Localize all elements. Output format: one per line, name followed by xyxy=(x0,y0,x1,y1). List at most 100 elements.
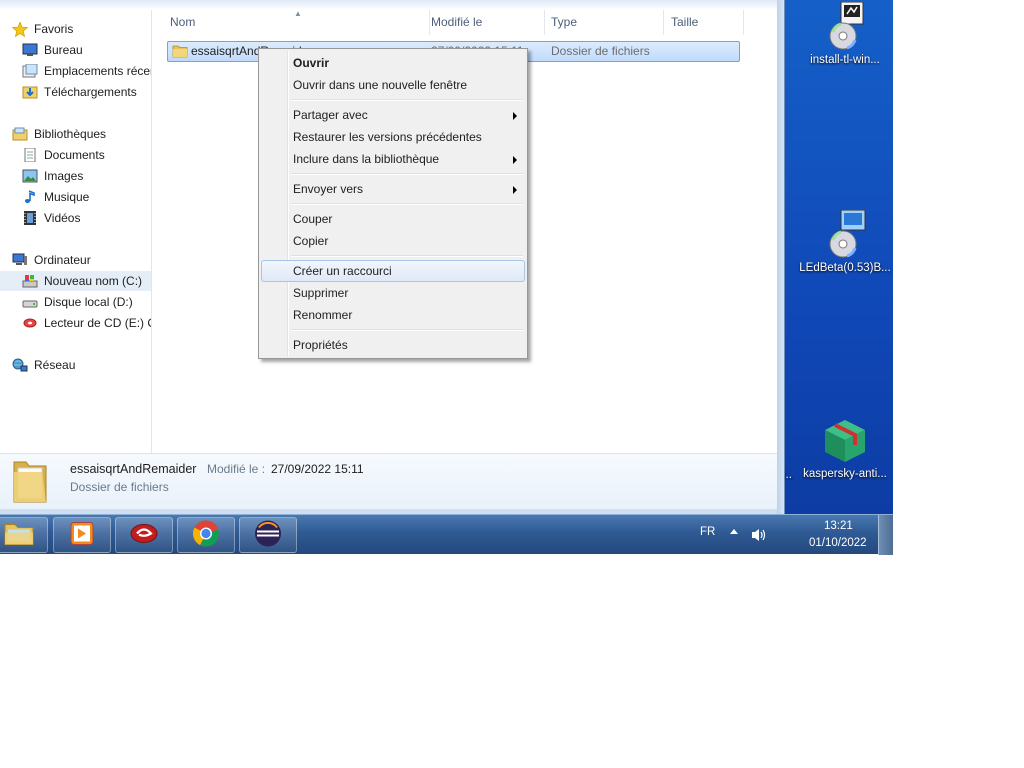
nav-label: Réseau xyxy=(34,358,76,372)
column-headers: Nom ▲ Modifié le Type Taille xyxy=(152,9,777,35)
taskbar-button-eclipse[interactable] xyxy=(239,517,297,553)
desktop-icon-install-tl[interactable]: install-tl-win... xyxy=(797,1,893,66)
menu-item-label: Inclure dans la bibliothèque xyxy=(293,152,440,166)
music-icon xyxy=(22,190,38,204)
folder-icon xyxy=(172,44,188,62)
eclipse-icon xyxy=(254,520,282,551)
sort-ascending-icon: ▲ xyxy=(294,9,302,18)
nav-network[interactable]: Réseau xyxy=(12,355,151,375)
column-header-label: Taille xyxy=(671,15,699,29)
details-type: Dossier de fichiers xyxy=(70,480,169,494)
nav-label: Disque local (D:) xyxy=(44,295,133,309)
network-icon xyxy=(12,358,28,372)
videos-icon xyxy=(22,211,38,225)
menu-item-rename[interactable]: Renommer xyxy=(261,304,525,326)
menu-separator xyxy=(291,173,523,175)
nav-label: Téléchargements xyxy=(44,85,137,99)
menu-separator xyxy=(291,329,523,331)
nav-item-documents[interactable]: Documents xyxy=(22,145,151,165)
menu-item-open[interactable]: Ouvrir xyxy=(261,52,525,74)
nav-item-videos[interactable]: Vidéos xyxy=(22,208,151,228)
desktop-icon-kaspersky[interactable]: kaspersky-anti... xyxy=(797,416,893,480)
menu-item-include-library[interactable]: Inclure dans la bibliothèque xyxy=(261,148,525,170)
images-icon xyxy=(22,169,38,183)
nav-label: Ordinateur xyxy=(34,253,91,267)
volume-icon[interactable] xyxy=(750,527,768,546)
menu-item-copy[interactable]: Copier xyxy=(261,230,525,252)
package-icon xyxy=(821,416,869,464)
menu-item-cut[interactable]: Couper xyxy=(261,208,525,230)
taskbar-button-red-app[interactable] xyxy=(115,517,173,553)
nav-item-images[interactable]: Images xyxy=(22,166,151,186)
menu-item-share-with[interactable]: Partager avec xyxy=(261,104,525,126)
nav-item-music[interactable]: Musique xyxy=(22,187,151,207)
column-header-type[interactable]: Type xyxy=(543,10,664,35)
chrome-icon xyxy=(192,520,220,551)
libraries-icon xyxy=(12,127,28,141)
nav-favorites[interactable]: Favoris xyxy=(11,19,151,39)
desktop-icon-label: install-tl-win... xyxy=(810,54,880,66)
menu-item-delete[interactable]: Supprimer xyxy=(261,282,525,304)
column-header-label: Modifié le xyxy=(431,15,483,29)
desktop-icon-ledbeta[interactable]: LEdBeta(0.53)B... xyxy=(797,209,893,274)
submenu-arrow-icon xyxy=(513,186,517,194)
language-indicator[interactable]: FR xyxy=(700,526,715,538)
menu-item-label: Propriétés xyxy=(293,338,348,352)
nav-label: Vidéos xyxy=(44,211,81,225)
details-modified-value: 27/09/2022 15:11 xyxy=(271,462,364,476)
nav-item-drive-d[interactable]: Disque local (D:) xyxy=(22,292,151,312)
nav-label: Favoris xyxy=(34,22,74,36)
clock-time[interactable]: 13:21 xyxy=(824,520,853,532)
installer-icon xyxy=(821,209,869,258)
nav-computer[interactable]: Ordinateur xyxy=(12,250,151,270)
menu-item-send-to[interactable]: Envoyer vers xyxy=(261,178,525,200)
nav-label: Musique xyxy=(44,190,90,204)
taskbar-button-media-player[interactable] xyxy=(53,517,111,553)
file-type: Dossier de fichiers xyxy=(551,44,650,58)
details-pane: essaisqrtAndRemaider Modifié le : 27/09/… xyxy=(0,453,777,509)
star-icon xyxy=(11,21,29,38)
clock-date[interactable]: 01/10/2022 xyxy=(809,537,867,549)
menu-item-create-shortcut[interactable]: Créer un raccourci xyxy=(261,260,525,282)
menu-item-restore-versions[interactable]: Restaurer les versions précédentes xyxy=(261,126,525,148)
menu-separator xyxy=(291,99,523,101)
taskbar-button-explorer[interactable] xyxy=(0,517,48,553)
recent-places-icon xyxy=(22,63,38,78)
details-modified-label: Modifié le : xyxy=(207,462,266,476)
documents-icon xyxy=(22,147,38,163)
large-folder-icon xyxy=(12,458,50,507)
menu-item-label: Créer un raccourci xyxy=(293,264,392,278)
cd-drive-icon xyxy=(22,316,38,330)
menu-item-open-new-window[interactable]: Ouvrir dans une nouvelle fenêtre xyxy=(261,74,525,96)
submenu-arrow-icon xyxy=(513,112,517,120)
nav-label: Documents xyxy=(44,148,105,162)
window-top-strip xyxy=(0,0,777,10)
details-name: essaisqrtAndRemaider xyxy=(70,462,197,476)
nav-item-downloads[interactable]: Téléchargements xyxy=(22,82,151,102)
folder-icon xyxy=(3,521,35,550)
media-player-icon xyxy=(68,521,96,550)
nav-item-cd-drive[interactable]: Lecteur de CD (E:) C xyxy=(22,313,151,333)
desktop-icon xyxy=(22,43,38,57)
desktop-icon-label: LEdBeta(0.53)B... xyxy=(799,262,891,274)
column-header-name[interactable]: Nom ▲ xyxy=(162,9,430,35)
system-drive-icon xyxy=(22,274,38,288)
show-desktop-button[interactable] xyxy=(878,515,893,555)
nav-label: Nouveau nom (C:) xyxy=(44,274,143,288)
menu-item-label: Ouvrir dans une nouvelle fenêtre xyxy=(293,78,468,92)
nav-item-bureau[interactable]: Bureau xyxy=(22,40,151,60)
drive-icon xyxy=(22,295,38,309)
menu-item-properties[interactable]: Propriétés xyxy=(261,334,525,356)
nav-libraries[interactable]: Bibliothèques xyxy=(12,124,151,144)
nav-label: Bureau xyxy=(44,43,83,57)
nav-item-drive-c[interactable]: Nouveau nom (C:) xyxy=(0,271,151,291)
taskbar-button-chrome[interactable] xyxy=(177,517,235,553)
menu-item-label: Envoyer vers xyxy=(293,182,364,196)
show-hidden-icons-icon[interactable] xyxy=(730,529,738,534)
submenu-arrow-icon xyxy=(513,156,517,164)
column-header-modified[interactable]: Modifié le xyxy=(423,10,545,35)
window-border xyxy=(777,0,784,514)
nav-item-recent-places[interactable]: Emplacements récer xyxy=(22,61,151,81)
column-header-size[interactable]: Taille xyxy=(663,10,744,35)
menu-item-label: Supprimer xyxy=(293,286,349,300)
